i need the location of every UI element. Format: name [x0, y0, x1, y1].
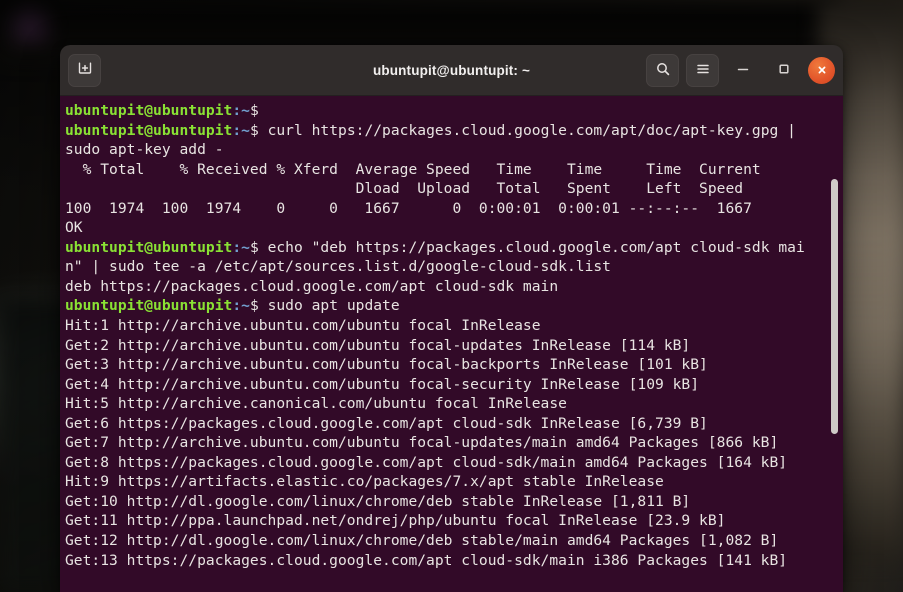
hamburger-menu-icon	[695, 61, 711, 81]
prompt-symbol: $	[249, 102, 259, 119]
terminal-output-line: OK	[65, 219, 83, 237]
maximize-button[interactable]	[767, 55, 801, 87]
terminal-line: ubuntupit@ubuntupit:~$ sudo apt update	[65, 296, 843, 316]
terminal-output-line: Get:11 http://ppa.launchpad.net/ondrej/p…	[65, 512, 726, 530]
prompt-symbol: $	[249, 121, 259, 139]
prompt-symbol: $	[249, 238, 259, 256]
terminal-output-line: Hit:1 http://archive.ubuntu.com/ubuntu f…	[65, 317, 541, 335]
prompt-path: :~	[232, 297, 250, 315]
search-button[interactable]	[646, 54, 679, 87]
new-tab-plus-icon	[77, 60, 93, 80]
terminal-output-line: Get:10 http://dl.google.com/linux/chrome…	[65, 492, 691, 510]
close-button[interactable]	[808, 57, 835, 84]
minimize-icon	[735, 61, 751, 81]
terminal-command: echo "deb https://packages.cloud.google.…	[258, 238, 805, 256]
prompt-user-host: ubuntupit@ubuntupit	[65, 238, 233, 256]
window-title-bar[interactable]: ubuntupit@ubuntupit: ~	[60, 45, 843, 96]
terminal-output-line: Get:6 https://packages.cloud.google.com/…	[65, 414, 708, 432]
prompt-user-host: ubuntupit@ubuntupit	[65, 297, 233, 315]
close-x-icon	[816, 61, 828, 80]
prompt-user-host: ubuntupit@ubuntupit	[65, 121, 233, 139]
terminal-output-line: Get:3 http://archive.ubuntu.com/ubuntu f…	[65, 356, 708, 374]
terminal-window: ubuntupit@ubuntupit: ~ ubuntupit@ubuntup…	[60, 45, 843, 592]
terminal-output-line: Get:2 http://archive.ubuntu.com/ubuntu f…	[65, 336, 691, 354]
window-controls	[646, 45, 835, 96]
terminal-output-line: Hit:5 http://archive.canonical.com/ubunt…	[65, 395, 567, 413]
terminal-body[interactable]: ubuntupit@ubuntupit:~$ ubuntupit@ubuntupi…	[60, 96, 843, 592]
prompt-path: :~	[232, 238, 250, 256]
prompt-user-host: ubuntupit@ubuntupit	[65, 102, 233, 119]
terminal-output-line: Get:13 https://packages.cloud.google.com…	[65, 551, 788, 569]
minimize-button[interactable]	[726, 55, 760, 87]
menu-button[interactable]	[686, 54, 719, 87]
terminal-output-line: n" | sudo tee -a /etc/apt/sources.list.d…	[65, 258, 611, 276]
terminal-output-line: Get:12 http://dl.google.com/linux/chrome…	[65, 532, 779, 550]
terminal-output-line: Get:7 http://archive.ubuntu.com/ubuntu f…	[65, 434, 779, 452]
new-tab-button[interactable]	[68, 53, 101, 87]
scrollbar-thumb[interactable]	[831, 179, 838, 434]
prompt-path: :~	[232, 102, 250, 119]
terminal-output-line: Dload Upload Total Spent Left Speed	[65, 180, 744, 198]
terminal-output-line: Get:8 https://packages.cloud.google.com/…	[65, 453, 788, 471]
terminal-line: ubuntupit@ubuntupit:~$ curl https://pack…	[65, 121, 843, 141]
search-icon	[655, 61, 671, 81]
prompt-path: :~	[232, 121, 250, 139]
terminal-command: sudo apt update	[258, 297, 400, 315]
terminal-output-line: Hit:9 https://artifacts.elastic.co/packa…	[65, 473, 664, 491]
terminal-line: ubuntupit@ubuntupit:~$ echo "deb https:/…	[65, 238, 843, 258]
terminal-output-line: Get:4 http://archive.ubuntu.com/ubuntu f…	[65, 375, 700, 393]
terminal-scrollbar[interactable]	[831, 101, 841, 592]
terminal-command: curl https://packages.cloud.google.com/a…	[258, 121, 796, 139]
prompt-symbol: $	[249, 297, 259, 315]
terminal-output-line: % Total % Received % Xferd Average Speed…	[65, 160, 761, 178]
terminal-output: ubuntupit@ubuntupit:~$ ubuntupit@ubuntupi…	[65, 101, 843, 570]
terminal-output-line: deb https://packages.cloud.google.com/ap…	[65, 277, 559, 295]
maximize-icon	[776, 61, 792, 81]
terminal-output-line: 100 1974 100 1974 0 0 1667 0 0:00:01 0:0…	[65, 199, 752, 217]
terminal-output-line: sudo apt-key add -	[65, 141, 224, 159]
terminal-line: ubuntupit@ubuntupit:~$	[65, 101, 843, 121]
